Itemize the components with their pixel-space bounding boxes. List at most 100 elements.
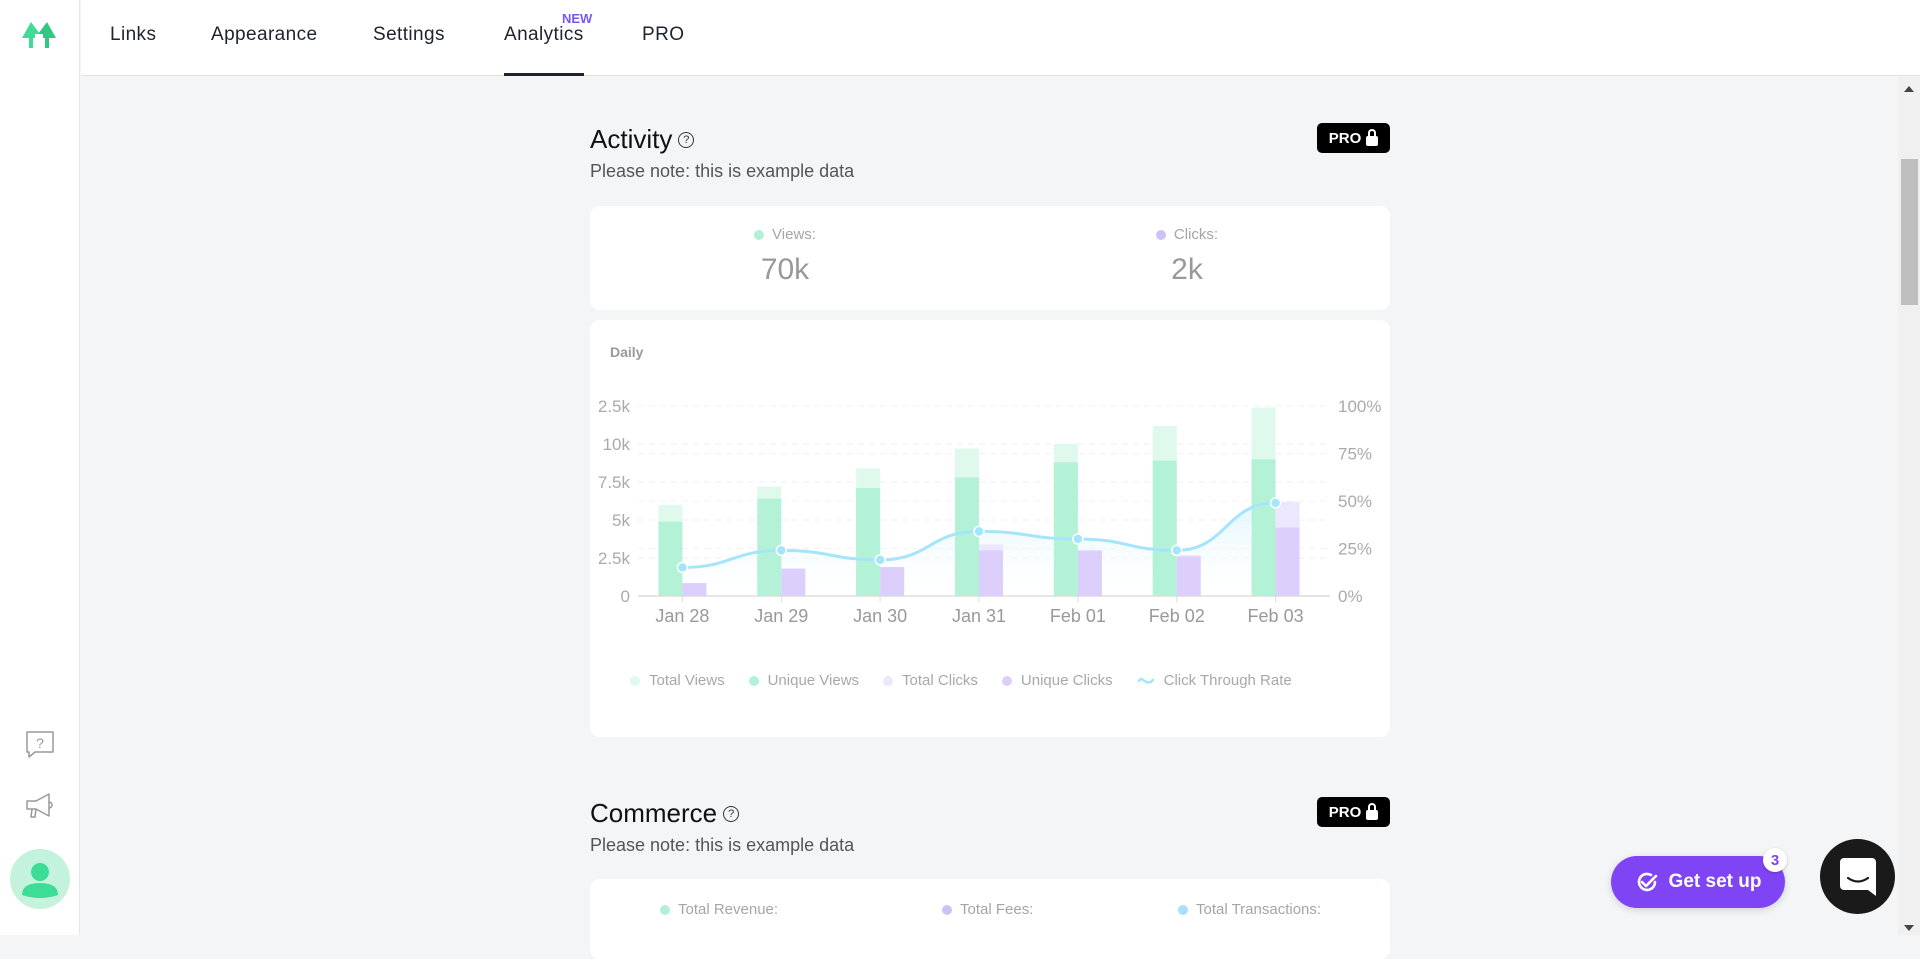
commerce-title-text: Commerce: [590, 798, 717, 829]
revenue-stat: Total Revenue:: [660, 901, 778, 918]
scroll-up-arrow-icon[interactable]: [1904, 86, 1914, 92]
y-left-tick-label: 2.5k: [598, 397, 631, 416]
pro-badge[interactable]: PRO: [1317, 123, 1390, 153]
transactions-stat: Total Transactions:: [1178, 901, 1321, 918]
activity-chart-card: Daily 02.5k5k7.5k10k2.5k0%25%50%75%100%J…: [590, 320, 1390, 737]
chart-legend: Total Views Unique Views Total Clicks Uniqu…: [630, 672, 1292, 689]
y-left-tick-label: 5k: [612, 511, 630, 530]
legend-dot-icon: [630, 676, 640, 686]
fees-label: Total Fees:: [960, 901, 1033, 918]
clicks-value: 2k: [1112, 253, 1262, 287]
lock-icon: [1366, 810, 1378, 820]
tab-appearance[interactable]: Appearance: [211, 24, 317, 46]
avatar[interactable]: [10, 849, 70, 909]
fees-stat: Total Fees:: [942, 901, 1033, 918]
legend-label: Total Views: [649, 672, 725, 689]
ctr-point: [1073, 534, 1083, 544]
scroll-down-arrow-icon[interactable]: [1904, 925, 1914, 931]
scrollbar[interactable]: [1898, 77, 1920, 935]
activity-title-text: Activity: [590, 124, 672, 155]
x-tick-label: Jan 31: [952, 606, 1006, 626]
help-icon[interactable]: ?: [723, 806, 739, 822]
legend-line-icon: [1137, 675, 1155, 687]
x-tick-label: Jan 28: [655, 606, 709, 626]
commerce-title: Commerce ?: [590, 798, 739, 829]
views-dot-icon: [754, 230, 764, 240]
get-set-up-count-badge: 3: [1763, 848, 1787, 872]
help-icon[interactable]: ?: [678, 132, 694, 148]
legend-item[interactable]: Total Clicks: [883, 672, 978, 689]
legend-item[interactable]: Click Through Rate: [1137, 672, 1292, 689]
logo-icon[interactable]: [22, 22, 56, 52]
bar-unique-views: [955, 477, 979, 596]
x-tick-label: Feb 03: [1248, 606, 1304, 626]
x-tick-label: Jan 30: [853, 606, 907, 626]
legend-dot-icon: [1002, 676, 1012, 686]
bar-unique-clicks: [979, 550, 1003, 596]
svg-text:?: ?: [36, 735, 44, 751]
commerce-summary-card: Total Revenue: Total Fees: Total Transac…: [590, 879, 1390, 959]
ctr-point: [974, 526, 984, 536]
clicks-label: Clicks:: [1174, 226, 1218, 243]
legend-dot-icon: [749, 676, 759, 686]
views-value: 70k: [710, 253, 860, 287]
tab-links[interactable]: Links: [110, 24, 156, 46]
help-chat-icon[interactable]: ?: [24, 728, 56, 760]
y-left-tick-label: 0: [621, 587, 630, 606]
activity-title: Activity ?: [590, 124, 694, 155]
x-tick-label: Feb 02: [1149, 606, 1205, 626]
pro-badge-label: PRO: [1329, 804, 1362, 821]
tab-settings[interactable]: Settings: [373, 24, 445, 46]
pro-badge[interactable]: PRO: [1317, 797, 1390, 827]
clicks-stat: Clicks: 2k: [1112, 226, 1262, 287]
get-set-up-button[interactable]: Get set up 3: [1611, 856, 1785, 908]
tab-analytics[interactable]: Analytics: [504, 24, 584, 46]
avatar-icon: [10, 849, 70, 909]
scroll-thumb[interactable]: [1901, 159, 1918, 305]
legend-dot-icon: [883, 676, 893, 686]
bar-unique-views: [1054, 462, 1078, 596]
bar-unique-clicks: [781, 569, 805, 596]
legend-label: Unique Clicks: [1021, 672, 1113, 689]
check-circle-icon: [1635, 870, 1659, 894]
revenue-dot-icon: [660, 905, 670, 915]
bar-unique-clicks: [1276, 528, 1300, 596]
y-right-tick-label: 75%: [1338, 445, 1372, 464]
y-right-tick-label: 25%: [1338, 540, 1372, 559]
ctr-point: [677, 563, 687, 573]
legend-item[interactable]: Unique Views: [749, 672, 859, 689]
bar-unique-clicks: [1078, 550, 1102, 596]
commerce-note: Please note: this is example data: [590, 835, 854, 856]
legend-item[interactable]: Unique Clicks: [1002, 672, 1113, 689]
sidebar: ?: [0, 0, 80, 935]
pro-badge-label: PRO: [1329, 130, 1362, 147]
tab-pro[interactable]: PRO: [642, 24, 684, 46]
ctr-point: [776, 545, 786, 555]
x-tick-label: Feb 01: [1050, 606, 1106, 626]
chat-icon: [1840, 858, 1876, 896]
bar-unique-views: [856, 488, 880, 596]
legend-label: Unique Views: [768, 672, 859, 689]
megaphone-icon[interactable]: [24, 790, 56, 822]
chat-support-button[interactable]: [1820, 839, 1895, 914]
bar-unique-views: [1153, 461, 1177, 596]
clicks-dot-icon: [1156, 230, 1166, 240]
legend-label: Click Through Rate: [1164, 672, 1292, 689]
bar-unique-views: [1252, 459, 1276, 596]
transactions-dot-icon: [1178, 905, 1188, 915]
views-stat: Views: 70k: [710, 226, 860, 287]
revenue-label: Total Revenue:: [678, 901, 778, 918]
y-right-tick-label: 100%: [1338, 397, 1381, 416]
bar-unique-clicks: [880, 567, 904, 596]
x-tick-label: Jan 29: [754, 606, 808, 626]
views-label: Views:: [772, 226, 816, 243]
lock-icon: [1366, 136, 1378, 146]
y-left-tick-label: 7.5k: [598, 473, 631, 492]
top-nav: Links Appearance Settings NEW Analytics …: [81, 0, 1920, 76]
bar-unique-clicks: [1177, 556, 1201, 596]
ctr-point: [1172, 545, 1182, 555]
ctr-point: [1271, 498, 1281, 508]
legend-item[interactable]: Total Views: [630, 672, 725, 689]
activity-note: Please note: this is example data: [590, 161, 854, 182]
fees-dot-icon: [942, 905, 952, 915]
